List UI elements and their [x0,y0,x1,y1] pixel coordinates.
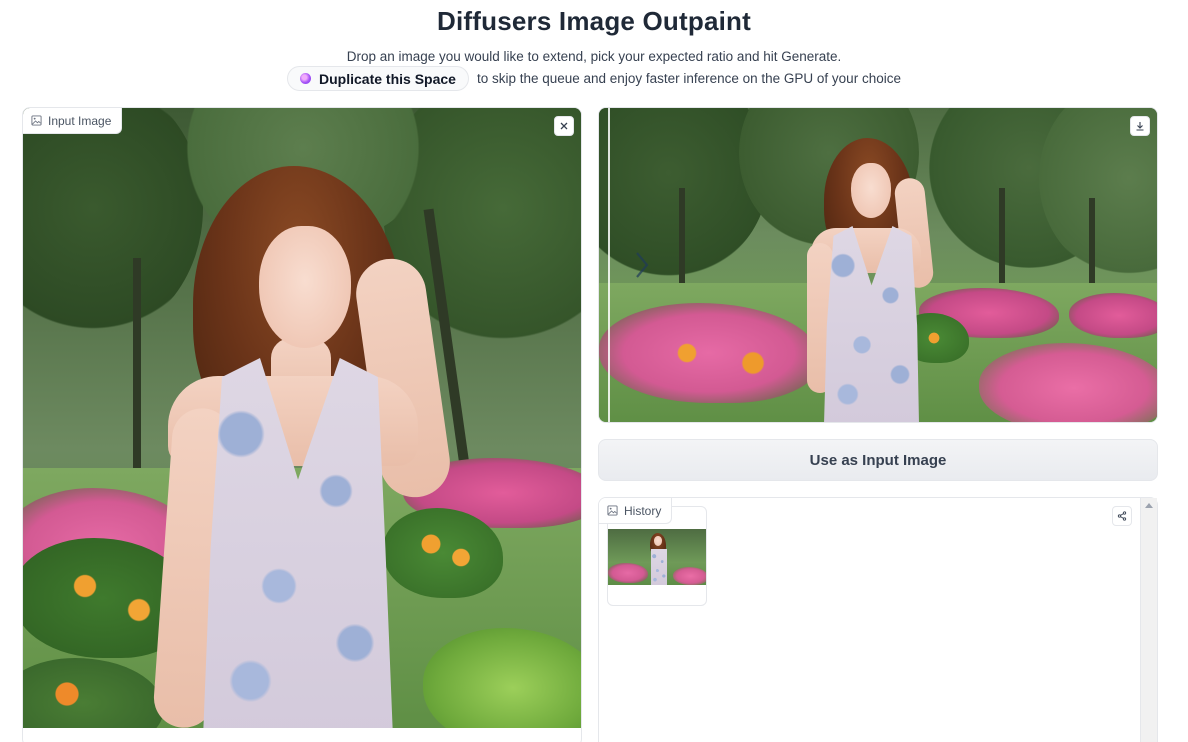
history-scrollbar[interactable] [1140,498,1157,742]
duplicate-row: Duplicate this Space to skip the queue a… [0,66,1188,91]
close-icon [560,122,568,130]
image-icon [31,115,42,126]
woman-face [851,163,891,218]
share-icon [1117,511,1127,521]
history-tag: History [599,498,673,524]
share-button[interactable] [1112,506,1132,526]
input-image-label: Input Image [48,113,112,128]
clear-image-button[interactable] [554,116,574,136]
duplicate-suffix: to skip the queue and enjoy faster infer… [476,71,901,86]
space-icon [300,73,312,84]
page-title: Diffusers Image Outpaint [437,6,751,36]
use-as-input-button[interactable]: Use as Input Image [598,439,1158,481]
scroll-up-arrow-icon[interactable] [1145,503,1153,508]
download-icon [1136,122,1144,131]
duplicate-space-label: Duplicate this Space [319,70,456,87]
comparison-slider-handle[interactable] [608,108,610,422]
chevron-right-icon[interactable] [633,250,651,285]
input-image-tag: Input Image [23,108,123,134]
history-label: History [624,503,662,518]
page-subtitle: Drop an image you would like to extend, … [346,49,842,64]
woman-face [259,226,351,348]
duplicate-space-button[interactable]: Duplicate this Space [287,66,469,91]
history-thumbnail-image [608,529,706,585]
input-image [23,108,581,728]
output-image [599,108,1157,422]
input-image-panel[interactable]: Input Image [22,107,582,742]
image-icon [607,505,618,516]
download-button[interactable] [1130,116,1150,136]
output-image-panel[interactable] [598,107,1158,423]
